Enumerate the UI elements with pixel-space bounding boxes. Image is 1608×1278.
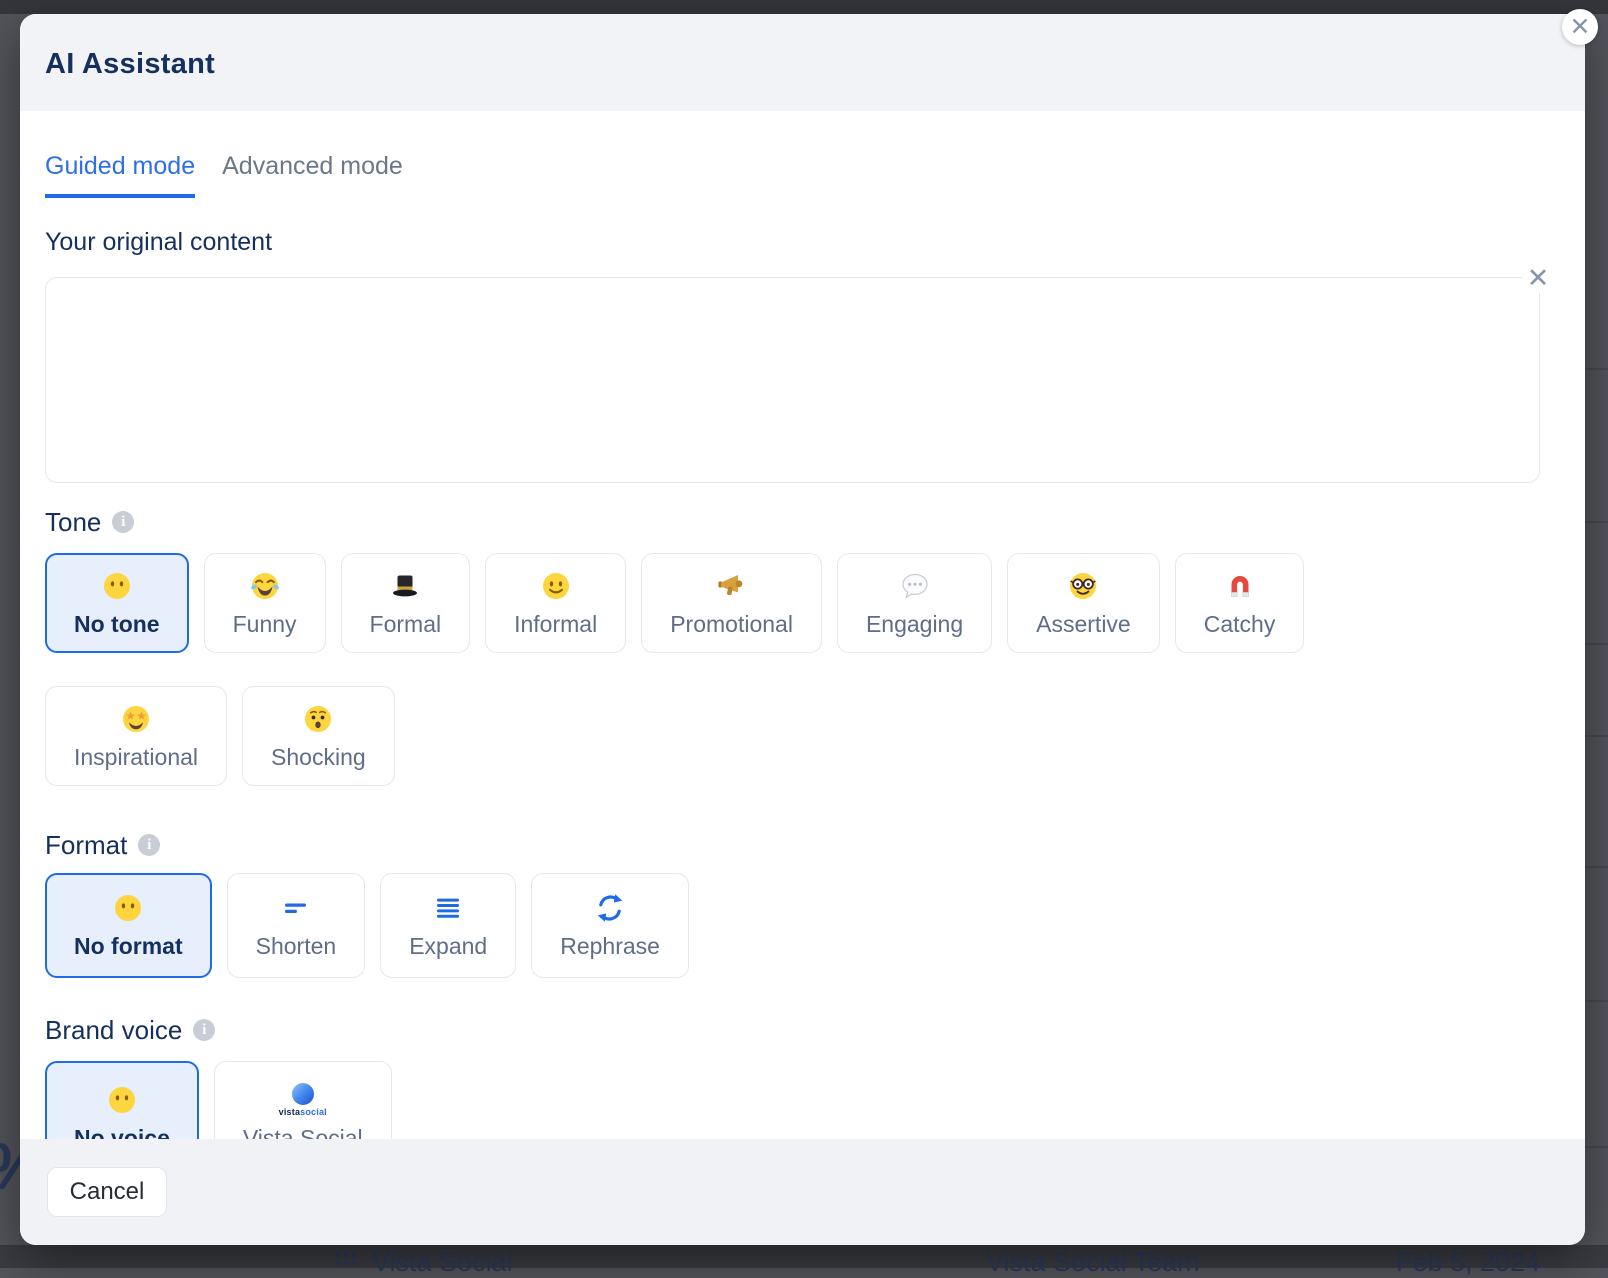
cancel-button[interactable]: Cancel bbox=[47, 1167, 167, 1217]
option-no-format[interactable]: No format bbox=[45, 873, 212, 978]
option-promotional[interactable]: Promotional bbox=[641, 553, 822, 653]
info-icon[interactable]: i bbox=[193, 1019, 215, 1041]
backdrop-divider bbox=[1585, 735, 1608, 737]
brand_voice-label: Brand voice bbox=[45, 1015, 182, 1046]
magnet-emoji bbox=[1224, 569, 1256, 603]
option-expand[interactable]: Expand bbox=[380, 873, 516, 978]
option-label: Shorten bbox=[256, 933, 337, 960]
tab-guided-mode[interactable]: Guided mode bbox=[45, 152, 195, 198]
original-content-wrap: ✕ bbox=[45, 277, 1540, 483]
shorten-lines-icon bbox=[280, 891, 312, 925]
backdrop-bottom-strip bbox=[0, 1245, 1608, 1268]
option-inspirational[interactable]: Inspirational bbox=[45, 686, 227, 786]
option-informal[interactable]: Informal bbox=[485, 553, 626, 653]
info-icon[interactable]: i bbox=[112, 511, 134, 533]
modal-title: AI Assistant bbox=[45, 48, 215, 81]
mode-tabs: Guided mode Advanced mode bbox=[45, 152, 403, 198]
backdrop-fragment: Vista Social Team bbox=[986, 1248, 1200, 1278]
face-no-mouth-emoji bbox=[106, 1083, 138, 1117]
option-no-tone[interactable]: No tone bbox=[45, 553, 189, 653]
tone-section: Tonei No tone Funny Formal Informal Promotion… bbox=[45, 506, 1560, 786]
vista-social-circle bbox=[292, 1083, 314, 1105]
backdrop-divider bbox=[1585, 368, 1608, 370]
expand-lines-icon bbox=[432, 891, 464, 925]
original-content-label: Your original content bbox=[45, 228, 272, 257]
option-assertive[interactable]: Assertive bbox=[1007, 553, 1160, 653]
modal-footer: Cancel bbox=[20, 1139, 1585, 1245]
megaphone-emoji bbox=[716, 569, 748, 603]
option-label: Promotional bbox=[670, 611, 793, 638]
option-label: Catchy bbox=[1204, 611, 1276, 638]
tab-advanced-mode[interactable]: Advanced mode bbox=[222, 152, 403, 198]
option-catchy[interactable]: Catchy bbox=[1175, 553, 1305, 653]
laughing-tears-emoji bbox=[249, 569, 281, 603]
tone-label: Tone bbox=[45, 507, 101, 538]
option-shorten[interactable]: Shorten bbox=[227, 873, 366, 978]
option-label: Engaging bbox=[866, 611, 963, 638]
backdrop-top-strip bbox=[0, 0, 1608, 14]
backdrop-divider bbox=[1585, 1146, 1608, 1148]
backdrop-divider bbox=[1585, 1000, 1608, 1002]
backdrop-divider bbox=[1585, 521, 1608, 523]
original-content-textarea[interactable] bbox=[45, 277, 1540, 483]
option-label: Rephrase bbox=[560, 933, 660, 960]
face-no-mouth-emoji bbox=[101, 569, 133, 603]
modal-header: AI Assistant bbox=[20, 14, 1585, 111]
vista-social-logo: vistasocial bbox=[279, 1083, 327, 1117]
nerd-face-emoji bbox=[1067, 569, 1099, 603]
refresh-icon bbox=[594, 891, 626, 925]
ai-assistant-modal: AI Assistant Guided mode Advanced mode Yo… bbox=[20, 14, 1585, 1245]
star-struck-emoji bbox=[120, 702, 152, 736]
option-engaging[interactable]: Engaging bbox=[837, 553, 992, 653]
grid-dots-icon bbox=[334, 1251, 358, 1268]
top-hat-emoji bbox=[389, 569, 421, 603]
backdrop-divider bbox=[1585, 643, 1608, 645]
option-rephrase[interactable]: Rephrase bbox=[531, 873, 689, 978]
option-label: Funny bbox=[233, 611, 297, 638]
option-label: Expand bbox=[409, 933, 487, 960]
backdrop-divider bbox=[1585, 866, 1608, 868]
backdrop-fragment: Vista Social bbox=[372, 1248, 513, 1278]
backdrop-fragment: Feb 5, 2024 bbox=[1396, 1248, 1540, 1278]
option-label: No format bbox=[74, 933, 183, 960]
clear-content-icon[interactable]: ✕ bbox=[1522, 263, 1554, 293]
option-label: No tone bbox=[74, 611, 160, 638]
option-label: Formal bbox=[370, 611, 442, 638]
hushed-face-emoji bbox=[302, 702, 334, 736]
face-no-mouth-emoji bbox=[112, 891, 144, 925]
option-formal[interactable]: Formal bbox=[341, 553, 471, 653]
format-section: Formati No format Shorten Expand Rephrase bbox=[45, 829, 1560, 978]
format-label: Format bbox=[45, 830, 127, 861]
speech-balloon-emoji bbox=[899, 569, 931, 603]
option-label: Assertive bbox=[1036, 611, 1131, 638]
close-icon[interactable]: ✕ bbox=[1562, 9, 1598, 45]
slight-smile-emoji bbox=[540, 569, 572, 603]
option-shocking[interactable]: Shocking bbox=[242, 686, 395, 786]
option-label: Shocking bbox=[271, 744, 366, 771]
info-icon[interactable]: i bbox=[138, 834, 160, 856]
option-label: Inspirational bbox=[74, 744, 198, 771]
option-label: Informal bbox=[514, 611, 597, 638]
option-funny[interactable]: Funny bbox=[204, 553, 326, 653]
